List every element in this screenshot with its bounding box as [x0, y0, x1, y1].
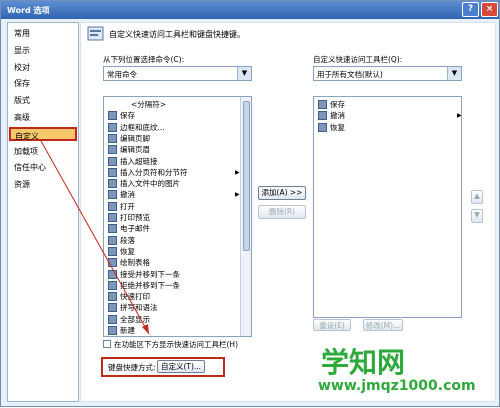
annotation-arrow — [40, 140, 150, 335]
word-options-dialog: Word 选项 ? × 常用 显示 校对 保存 版式 高级 自定义 加载项 信任中心 资源 自定义… — [0, 0, 500, 407]
